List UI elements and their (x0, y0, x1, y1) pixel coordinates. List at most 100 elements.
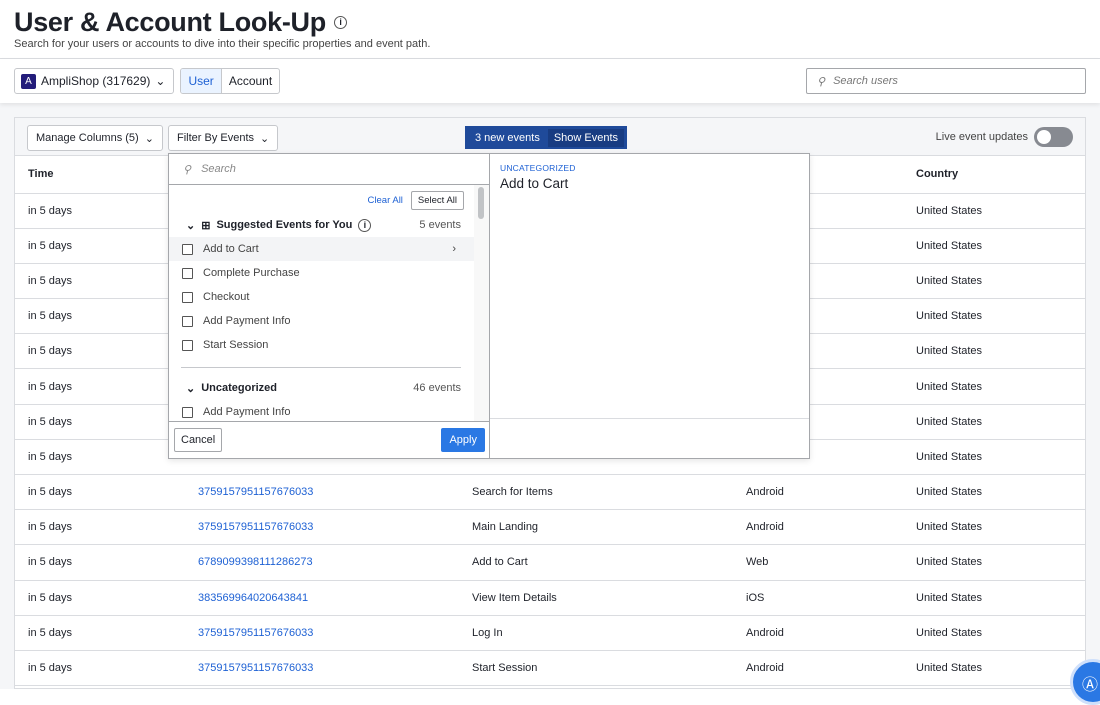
page-subtitle: Search for your users or accounts to div… (14, 38, 431, 50)
event-list: Clear All Select All ⌄ ⊞ Suggested Events f… (169, 185, 474, 422)
event-name: Add to Cart (500, 176, 569, 191)
tab-user[interactable]: User (181, 69, 222, 93)
live-updates: Live event updates (936, 127, 1073, 147)
checkbox[interactable] (182, 267, 193, 279)
filter-label: Filter By Events (177, 132, 255, 144)
event-label: Add to Cart (203, 243, 259, 255)
cancel-button[interactable]: Cancel (174, 428, 223, 452)
cell-time: in 5 days (15, 580, 198, 616)
cell-user-id[interactable]: 3759157951157676033 (198, 615, 472, 651)
page-title: User & Account Look-Up (14, 7, 326, 37)
group-uncategorized[interactable]: ⌄ Uncategorized 46 events (169, 376, 474, 400)
cell-event: Log In (472, 615, 746, 651)
event-label: Add Payment Info (203, 315, 291, 327)
chevron-down-icon: ⌄ (186, 382, 196, 395)
chevron-down-icon: ⌄ (260, 132, 270, 145)
cell-time: in 5 days (15, 650, 198, 687)
group-label: Suggested Events for You (216, 219, 353, 231)
event-label: Start Session (203, 339, 269, 351)
new-events-count: 3 new events (475, 131, 540, 144)
table-row[interactable]: in 5 days 3759157951157676033 Start Sessio… (15, 650, 1085, 687)
dropdown-footer: Cancel Apply (169, 421, 489, 458)
filter-by-events-button[interactable]: Filter By Events ⌄ (168, 125, 279, 151)
event-search-input[interactable]: ⚲ Search (169, 154, 489, 185)
group-suggested[interactable]: ⌄ ⊞ Suggested Events for You i 5 events (169, 213, 474, 237)
live-updates-toggle[interactable] (1034, 127, 1073, 147)
filter-events-dropdown: ⚲ Search Clear All Select All ⌄ ⊞ Suggested … (168, 153, 810, 459)
cell-platform: Android (746, 474, 916, 511)
cell-user-id[interactable]: 3759157951157676033 (198, 474, 472, 511)
search-users-input[interactable]: ⚲ Search users (806, 68, 1086, 94)
cell-time: in 5 days (15, 474, 198, 511)
chevron-right-icon: › (452, 243, 456, 255)
cell-country: United States (916, 615, 1085, 651)
event-item[interactable]: Checkout (169, 285, 474, 309)
apply-button[interactable]: Apply (441, 428, 485, 452)
show-events-button[interactable]: Show Events (547, 128, 625, 147)
table-row[interactable]: in 5 days 6789099398111286273 Add to Cart W… (15, 544, 1085, 581)
tab-account[interactable]: Account (222, 69, 279, 93)
checkbox[interactable] (182, 406, 193, 418)
cell-country: United States (916, 404, 1085, 440)
suggested-icon: ⊞ (201, 219, 211, 232)
cell-platform: iOS (746, 580, 916, 616)
cell-event: Main Landing (472, 509, 746, 546)
cell-country: United States (916, 333, 1085, 370)
cell-country: United States (916, 368, 1085, 405)
cell-user-id[interactable]: 3759157951157676033 (198, 509, 472, 546)
table-row[interactable]: in 5 days 383569964020643841 View Item Det… (15, 580, 1085, 616)
cell-event: Add to Cart (472, 544, 746, 581)
event-list-panel: ⚲ Search Clear All Select All ⌄ ⊞ Suggested … (169, 154, 490, 458)
group-count: 46 events (413, 382, 461, 394)
cell-event: Search for Items (472, 474, 746, 511)
scrollbar[interactable] (474, 185, 489, 422)
event-detail-panel: UNCATEGORIZED Add to Cart (490, 154, 809, 458)
cell-country: United States (916, 544, 1085, 581)
cell-country: United States (916, 298, 1085, 335)
chevron-down-icon: ⌄ (155, 74, 166, 88)
event-item[interactable]: Complete Purchase (169, 261, 474, 285)
cell-platform: Web (746, 544, 916, 581)
live-updates-label: Live event updates (935, 131, 1028, 143)
project-selector[interactable]: A AmpliShop (317629) ⌄ (14, 68, 175, 94)
event-item[interactable]: Add Payment Info (169, 400, 474, 422)
cell-user-id[interactable]: 6789099398111286273 (198, 544, 472, 581)
manage-columns-label: Manage Columns (5) (36, 132, 139, 144)
cell-country: United States (916, 650, 1085, 687)
search-icon: ⚲ (183, 163, 192, 176)
cell-country: United States (916, 580, 1085, 616)
checkbox[interactable] (182, 315, 193, 327)
event-item[interactable]: Add Payment Info (169, 309, 474, 333)
table-toolbar: Manage Columns (5) ⌄ Filter By Events ⌄ 3 … (15, 118, 1085, 156)
event-category: UNCATEGORIZED (500, 163, 576, 173)
table-row[interactable]: in 5 days 3759157951157676033 Search for I… (15, 474, 1085, 511)
search-icon: ⚲ (817, 75, 826, 88)
checkbox[interactable] (182, 243, 193, 255)
cell-user-id[interactable]: 3759157951157676033 (198, 650, 472, 687)
cell-country: United States (916, 193, 1085, 229)
cell-user-id[interactable]: 383569964020643841 (198, 580, 472, 616)
cell-country: United States (916, 228, 1085, 264)
info-icon[interactable]: i (358, 218, 372, 232)
new-events-banner: 3 new events Show Events (465, 126, 628, 149)
table-row[interactable]: in 5 days 3759157951157676033 Main Landing… (15, 509, 1085, 546)
checkbox[interactable] (182, 339, 193, 351)
event-search-placeholder: Search (201, 163, 236, 175)
manage-columns-button[interactable]: Manage Columns (5) ⌄ (27, 125, 163, 151)
table-row[interactable]: in 5 days 3759157951157676033 Log In Androi… (15, 615, 1085, 651)
event-item[interactable]: Start Session (169, 333, 474, 357)
event-item[interactable]: Add to Cart › (169, 237, 474, 261)
page-header: User & Account Look-Up i Search for your … (0, 0, 1100, 59)
cell-country: United States (916, 263, 1085, 300)
checkbox[interactable] (182, 291, 193, 303)
clear-all-link[interactable]: Clear All (368, 195, 403, 206)
entity-toggle: User Account (180, 68, 281, 94)
cell-country: United States (916, 439, 1085, 476)
info-icon[interactable]: i (333, 15, 347, 29)
cell-platform: Android (746, 650, 916, 687)
divider (181, 367, 461, 368)
cell-time: in 5 days (15, 509, 198, 546)
project-avatar: A (21, 73, 36, 89)
select-all-button[interactable]: Select All (410, 190, 464, 210)
col-country[interactable]: Country (916, 156, 1085, 194)
